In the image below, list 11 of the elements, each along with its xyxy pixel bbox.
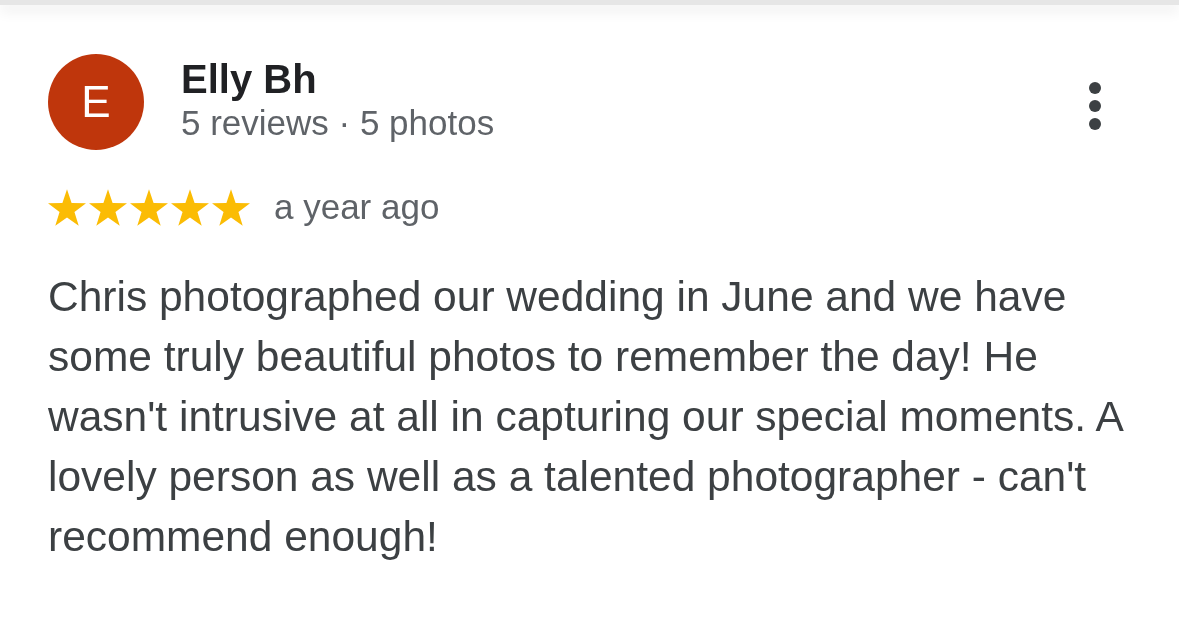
review-time: a year ago <box>274 187 440 227</box>
review-text: Chris photographed our wedding in June and we have some truly beautiful photos to remember the day! He wasn't intrusive at all in capturing our special moments. A lovely person as well as a talented photographer - can't recommend enough! <box>48 272 1124 562</box>
star-icon <box>212 188 250 226</box>
star-icon <box>171 188 209 226</box>
more-options-icon[interactable] <box>1089 82 1101 130</box>
reviewer-name[interactable]: Elly Bh <box>181 56 317 102</box>
star-icon <box>130 188 168 226</box>
star-icon <box>89 188 127 226</box>
reviewer-stats: 5 reviews · 5 photos <box>181 102 495 144</box>
star-icon <box>48 188 86 226</box>
avatar: E <box>48 54 144 150</box>
